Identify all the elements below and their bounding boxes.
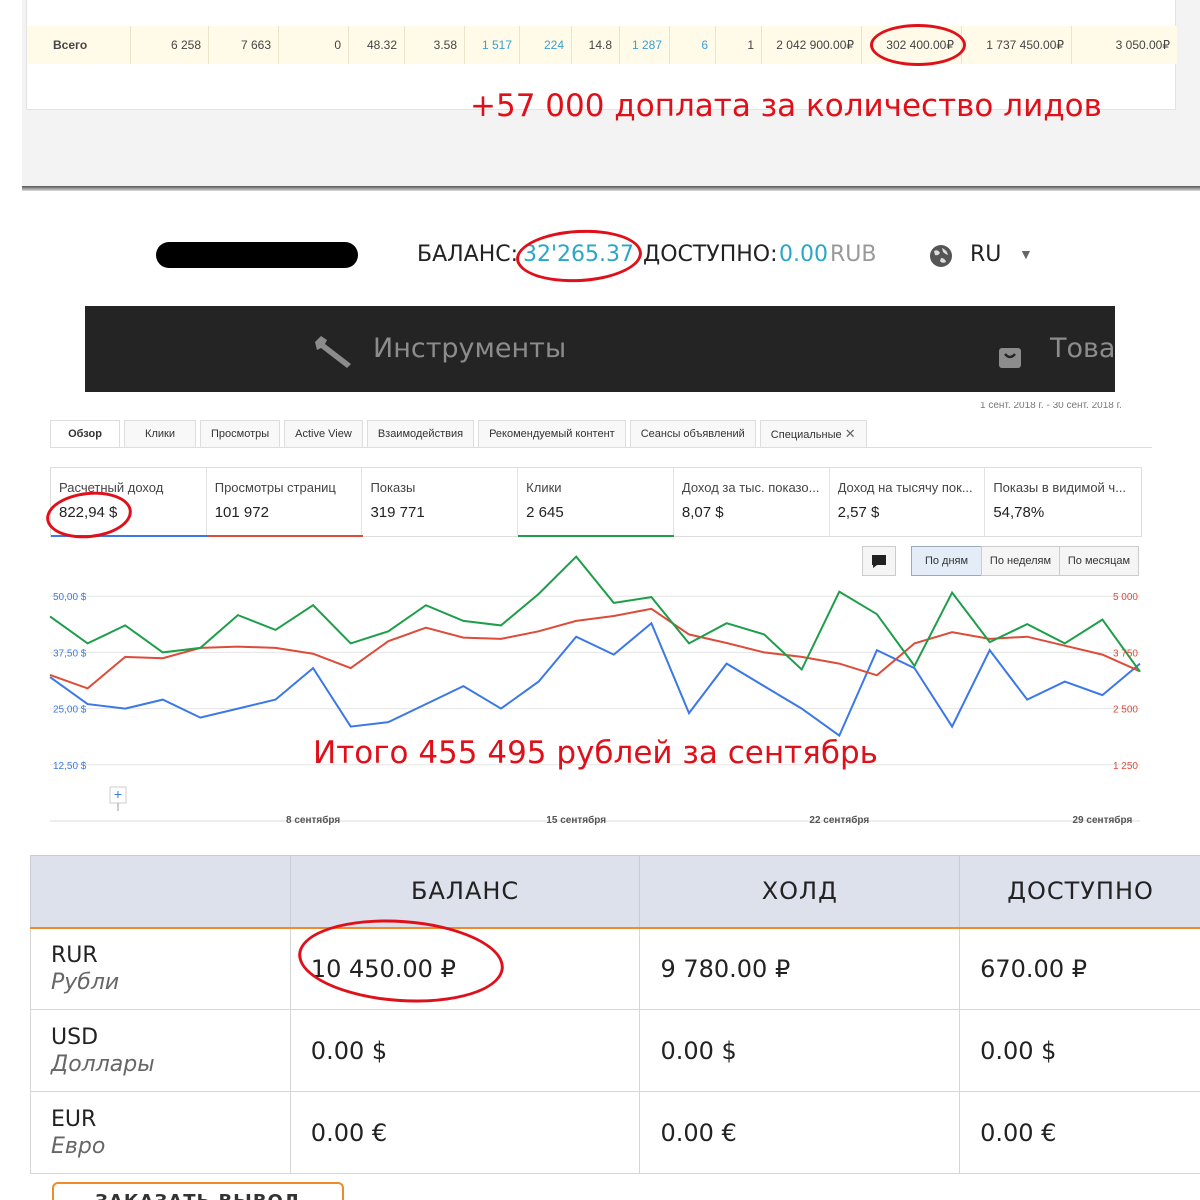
earnings-chart: 12,50 $ 25,00 $ 37,50 $ 50,00 $ 1 250 2 500 3 … — [49, 555, 1141, 826]
left-axis-tick: 25,00 $ — [53, 705, 87, 716]
withdraw-button[interactable]: ЗАКАЗАТЬ ВЫВОД — [52, 1182, 344, 1200]
x-axis-tick: 29 сентября — [1073, 814, 1133, 826]
column-header: ХОЛД — [639, 855, 961, 929]
totals-label: Всего — [27, 26, 131, 64]
hold-cell: 0.00 € — [639, 1091, 961, 1174]
balance-panel: БАЛАНС ХОЛД ДОСТУПНО RUR Рубли 10 450.00 … — [30, 855, 1200, 1200]
x-axis-tick: 8 сентября — [286, 814, 340, 826]
main-navbar: Инструменты Товар — [85, 306, 1115, 392]
hold-cell: 9 780.00 ₽ — [639, 927, 961, 1010]
balance-cell: 0.00 € — [289, 1091, 641, 1174]
table-row: EUR Евро 0.00 € 0.00 € 0.00 € — [30, 1091, 1200, 1174]
available-value: 0.00 — [779, 242, 828, 267]
language-selector[interactable]: RU — [970, 242, 1001, 267]
wrench-icon — [315, 336, 351, 368]
totals-cell-link[interactable]: 1 517 — [465, 26, 520, 64]
available-cell: 670.00 ₽ — [959, 927, 1200, 1010]
balance-table: БАЛАНС ХОЛД ДОСТУПНО RUR Рубли 10 450.00 … — [30, 855, 1200, 1174]
totals-cell: 0 — [279, 26, 349, 64]
globe-icon[interactable] — [929, 244, 953, 268]
left-axis-tick: 12,50 $ — [53, 761, 87, 772]
nav-tools[interactable]: Инструменты — [373, 306, 566, 392]
totals-cell: 3.58 — [405, 26, 465, 64]
totals-cell: 3 050.00₽ — [1115, 38, 1170, 52]
currency-code: EUR — [51, 1106, 97, 1132]
balance-label: БАЛАНС: — [417, 242, 519, 267]
column-header: БАЛАНС — [289, 855, 641, 929]
totals-cell: 2 042 900.00₽ — [762, 26, 862, 64]
left-axis-tick: 50,00 $ — [53, 592, 87, 603]
currency-name: Рубли — [51, 969, 120, 995]
currency-cell: USD Доллары — [30, 1009, 291, 1092]
series-line — [49, 555, 1141, 673]
column-header: ДОСТУПНО — [959, 855, 1200, 929]
balance-cell: 0.00 $ — [289, 1009, 641, 1092]
currency-name: Доллары — [51, 1051, 155, 1077]
chevron-down-icon[interactable]: ▼ — [1019, 246, 1033, 262]
x-axis-tick: 15 сентября — [546, 814, 606, 826]
annotation-circle — [870, 24, 966, 66]
adsense-overview: 1 сент. 2018 г. - 30 сент. 2018 г. Обзор… — [0, 400, 1200, 845]
available-cell: 0.00 € — [959, 1091, 1200, 1174]
currency-cell: RUR Рубли — [30, 927, 291, 1010]
account-header: БАЛАНС: 32'265.37 ДОСТУПНО: 0.00 RUB RU … — [0, 200, 1200, 395]
series-line — [49, 621, 1141, 738]
annotation-total: Итого 455 495 рублей за сентябрь — [313, 735, 878, 771]
table-header-row: БАЛАНС ХОЛД ДОСТУПНО — [30, 855, 1200, 929]
totals-cell: 7 663 — [209, 26, 279, 64]
section-divider — [22, 186, 1200, 191]
table-row: USD Доллары 0.00 $ 0.00 $ 0.00 $ — [30, 1009, 1200, 1092]
right-axis-tick: 2 500 — [1113, 705, 1138, 716]
totals-cell: 14.8 — [572, 26, 620, 64]
available-cell: 0.00 $ — [959, 1009, 1200, 1092]
available-label: ДОСТУПНО: — [643, 242, 778, 267]
table-row: RUR Рубли 10 450.00 ₽ 9 780.00 ₽ 670.00 ₽ — [30, 927, 1200, 1010]
left-axis-tick: 37,50 $ — [53, 648, 87, 659]
shopping-bag-icon — [999, 348, 1021, 368]
redacted-username — [156, 242, 358, 268]
hold-cell: 0.00 $ — [639, 1009, 961, 1092]
currency-cell: EUR Евро — [30, 1091, 291, 1174]
totals-row: Всего 6 258 7 663 0 48.32 3.58 1 517 224… — [27, 26, 1177, 64]
currency-name: Евро — [51, 1133, 106, 1159]
currency-code: RUR — [51, 942, 98, 968]
currency-code: USD — [51, 1024, 99, 1050]
available-currency: RUB — [830, 242, 877, 267]
totals-cell-link[interactable]: 1 287 — [620, 26, 670, 64]
column-header — [30, 855, 291, 929]
totals-cell-link[interactable]: 224 — [520, 26, 572, 64]
totals-cell: 1 737 450.00₽ — [962, 26, 1072, 64]
x-axis-tick: 22 сентября — [809, 814, 869, 826]
totals-cell: 6 258 — [131, 26, 209, 64]
right-axis-tick: 3 750 — [1113, 648, 1138, 659]
totals-cell: 48.32 — [349, 26, 405, 64]
totals-cell-link[interactable]: 6 — [670, 26, 716, 64]
annotation-bonus: +57 000 доплата за количество лидов — [470, 88, 1102, 124]
plus-icon: + — [114, 786, 122, 802]
right-axis-tick: 1 250 — [1113, 761, 1138, 772]
totals-cell: 1 — [716, 26, 762, 64]
right-axis-tick: 5 000 — [1113, 592, 1138, 603]
nav-goods[interactable]: Товар — [1050, 306, 1115, 392]
